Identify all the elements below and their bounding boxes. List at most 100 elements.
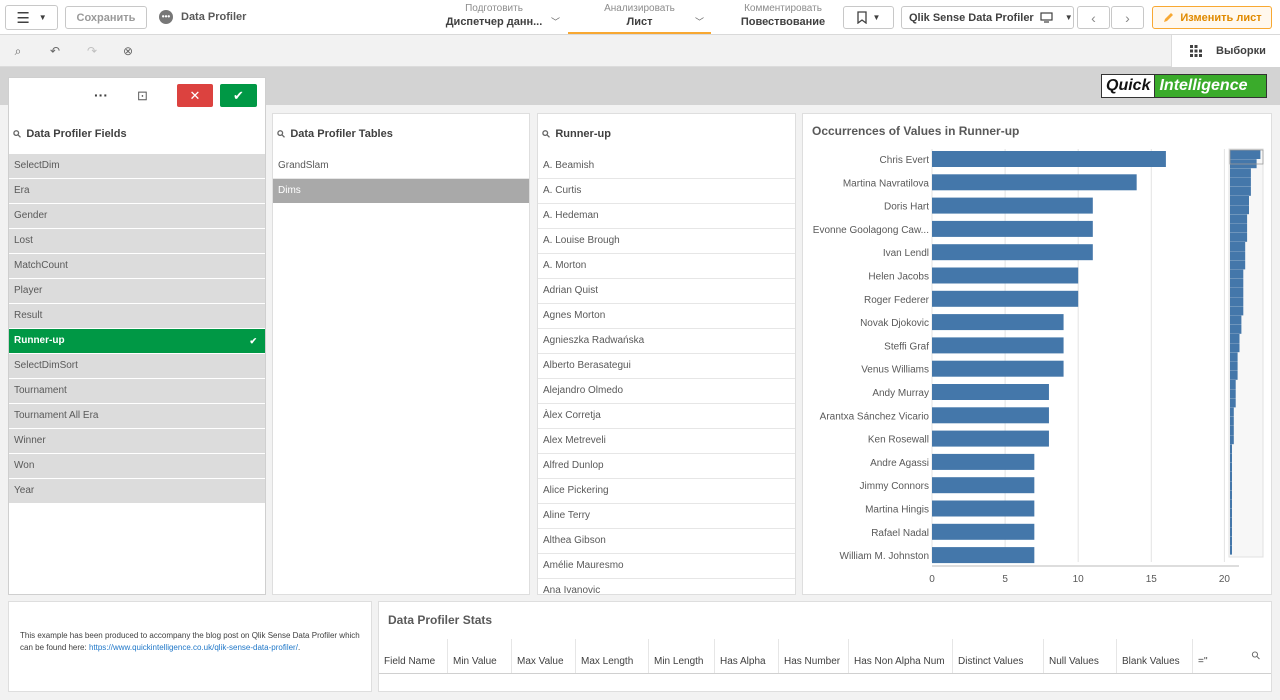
caret-down-icon: ▼ bbox=[1064, 13, 1073, 22]
previous-sheet-button[interactable]: ‹ bbox=[1077, 6, 1110, 29]
global-menu-button[interactable]: ☰ ▼ bbox=[5, 5, 58, 30]
chart-plot[interactable]: 0 5 10 15 20 Chris Evert Martina Navratilova Do… bbox=[803, 114, 1271, 594]
blog-link[interactable]: https://www.quickintelligence.co.uk/qlik… bbox=[89, 643, 298, 652]
notes-tail: . bbox=[297, 643, 301, 652]
bookmarks-button[interactable]: ▼ bbox=[843, 6, 894, 29]
tab-analyze[interactable]: Анализировать Лист ﹀ bbox=[568, 3, 711, 34]
stats-table-header: Field Name Min Value Max Value Max Length Mi… bbox=[379, 602, 1271, 691]
value-item[interactable]: Aline Terry bbox=[538, 504, 795, 529]
field-item-runner-up[interactable]: Runner-up ✔ bbox=[9, 329, 265, 354]
confirm-selection-button[interactable]: ✔ bbox=[220, 84, 257, 107]
save-button[interactable]: Сохранить bbox=[65, 6, 147, 29]
field-item-result[interactable]: Result bbox=[9, 304, 265, 329]
value-item[interactable]: Alfred Dunlop bbox=[538, 454, 795, 479]
tab-narrate[interactable]: Комментировать Повествование bbox=[722, 3, 844, 34]
field-item-label: Tournament All Era bbox=[14, 410, 99, 421]
selection-menu-icon[interactable]: ⊡ bbox=[137, 88, 148, 104]
logo-part-intelligence: Intelligence bbox=[1155, 75, 1266, 97]
selections-tab[interactable]: Выборки bbox=[1171, 35, 1280, 67]
stats-column-has-non-alpha-num[interactable]: Has Non Alpha Num bbox=[849, 639, 953, 673]
tab-narrate-label: Комментировать bbox=[744, 3, 822, 14]
sheet-selector[interactable]: Qlik Sense Data Profiler ▼ bbox=[901, 6, 1074, 29]
step-back-icon[interactable]: ↶ bbox=[47, 43, 63, 59]
category-label: Rafael Nadal bbox=[871, 528, 929, 539]
check-icon: ✔ bbox=[233, 87, 244, 103]
field-item-player[interactable]: Player bbox=[9, 279, 265, 304]
value-item[interactable]: Ana Ivanovic bbox=[538, 579, 795, 594]
minichart-bar bbox=[1230, 242, 1246, 251]
stats-column-max-length[interactable]: Max Length bbox=[576, 639, 649, 673]
minichart-bar bbox=[1230, 260, 1246, 270]
value-item[interactable]: Alberto Berasategui bbox=[538, 354, 795, 379]
stats-column-distinct-values[interactable]: Distinct Values bbox=[953, 639, 1044, 673]
field-item-year[interactable]: Year bbox=[9, 479, 265, 504]
category-label: Steffi Graf bbox=[884, 341, 929, 352]
stats-column-field-name[interactable]: Field Name bbox=[379, 639, 448, 673]
value-item[interactable]: Alejandro Olmedo bbox=[538, 379, 795, 404]
value-item[interactable]: A. Louise Brough bbox=[538, 229, 795, 254]
edit-sheet-button[interactable]: Изменить лист bbox=[1152, 6, 1272, 29]
clear-selections-icon[interactable]: ⊗ bbox=[120, 43, 136, 59]
field-item-tournament-all-era[interactable]: Tournament All Era bbox=[9, 404, 265, 429]
next-sheet-button[interactable]: › bbox=[1111, 6, 1144, 29]
stats-column-has-alpha[interactable]: Has Alpha bbox=[715, 639, 779, 673]
tab-prepare[interactable]: Подготовить Диспетчер данн... ﹀ bbox=[430, 3, 560, 34]
field-item-won[interactable]: Won bbox=[9, 454, 265, 479]
field-item-winner[interactable]: Winner bbox=[9, 429, 265, 454]
runner-up-listbox-header[interactable]: ⚲ Runner-up bbox=[538, 114, 795, 154]
field-item-lost[interactable]: Lost bbox=[9, 229, 265, 254]
field-item-era[interactable]: Era bbox=[9, 179, 265, 204]
value-item[interactable]: Agnes Morton bbox=[538, 304, 795, 329]
minichart-bar bbox=[1230, 196, 1249, 205]
stats-column-has-number[interactable]: Has Number bbox=[779, 639, 849, 673]
selections-label: Выборки bbox=[1216, 45, 1266, 57]
bar bbox=[932, 197, 1093, 214]
minichart-bar bbox=[1230, 481, 1232, 491]
field-item-selectdimsort[interactable]: SelectDimSort bbox=[9, 354, 265, 379]
value-item[interactable]: Amélie Mauresmo bbox=[538, 554, 795, 579]
smart-search-icon[interactable]: ⌕ bbox=[10, 43, 26, 59]
notes-text-panel: This example has been produced to accomp… bbox=[8, 601, 372, 692]
stats-column-min-length[interactable]: Min Length bbox=[649, 639, 715, 673]
fields-listbox-header[interactable]: ⚲ Data Profiler Fields bbox=[9, 114, 265, 154]
value-item[interactable]: Agnieszka Radwańska bbox=[538, 329, 795, 354]
field-item-matchcount[interactable]: MatchCount bbox=[9, 254, 265, 279]
x-tick-label: 0 bbox=[929, 574, 935, 585]
bar bbox=[932, 337, 1064, 354]
top-bar: ☰ ▼ Сохранить ••• Data Profiler Подготов… bbox=[0, 0, 1280, 35]
field-item-selectdim[interactable]: SelectDim bbox=[9, 154, 265, 179]
value-item[interactable]: A. Morton bbox=[538, 254, 795, 279]
minichart-bar bbox=[1230, 389, 1236, 399]
stats-column-null-values[interactable]: Null Values bbox=[1044, 639, 1117, 673]
app-icon: ••• bbox=[159, 10, 173, 24]
sheet-icon bbox=[1040, 12, 1053, 23]
value-item[interactable]: Alice Pickering bbox=[538, 479, 795, 504]
stats-column-blank-values[interactable]: Blank Values bbox=[1117, 639, 1193, 673]
table-item-dims[interactable]: Dims bbox=[273, 179, 529, 204]
minichart-bar bbox=[1230, 214, 1248, 224]
value-item[interactable]: Alex Metreveli bbox=[538, 429, 795, 454]
minichart-bar bbox=[1230, 407, 1234, 417]
field-item-label: Winner bbox=[14, 435, 46, 446]
stats-column-min-value[interactable]: Min Value bbox=[448, 639, 512, 673]
tables-listbox-header[interactable]: ⚲ Data Profiler Tables bbox=[273, 114, 529, 154]
more-options-icon[interactable]: ··· bbox=[94, 87, 108, 103]
table-item-grandslam[interactable]: GrandSlam bbox=[273, 154, 529, 179]
cancel-selection-button[interactable]: ✕ bbox=[177, 84, 213, 107]
notes-text-block: This example has been produced to accomp… bbox=[20, 630, 360, 654]
category-label: Ken Rosewall bbox=[868, 435, 929, 446]
bar bbox=[932, 290, 1079, 307]
value-item[interactable]: A. Beamish bbox=[538, 154, 795, 179]
fields-list: SelectDim Era Gender Lost MatchCount Player Re… bbox=[9, 154, 265, 504]
step-forward-icon[interactable]: ↷ bbox=[84, 43, 100, 59]
field-item-gender[interactable]: Gender bbox=[9, 204, 265, 229]
value-item[interactable]: Althea Gibson bbox=[538, 529, 795, 554]
tables-listbox-title: Data Profiler Tables bbox=[290, 128, 393, 140]
value-item[interactable]: A. Hedeman bbox=[538, 204, 795, 229]
value-item[interactable]: Àlex Corretja bbox=[538, 404, 795, 429]
minichart-bar bbox=[1230, 472, 1232, 481]
field-item-tournament[interactable]: Tournament bbox=[9, 379, 265, 404]
stats-column-max-value[interactable]: Max Value bbox=[512, 639, 576, 673]
value-item[interactable]: Adrian Quist bbox=[538, 279, 795, 304]
value-item[interactable]: A. Curtis bbox=[538, 179, 795, 204]
